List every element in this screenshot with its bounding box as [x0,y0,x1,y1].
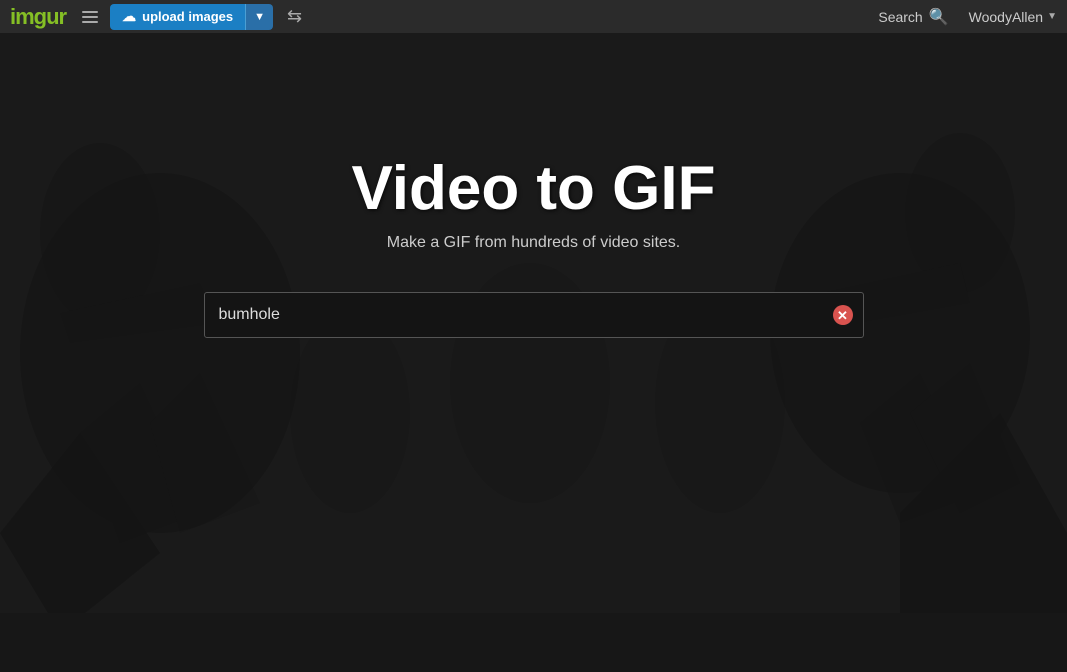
video-url-input[interactable] [204,292,864,338]
shuffle-button[interactable]: ⇆ [281,4,308,29]
page-title: Video to GIF [352,153,716,224]
navbar: imgur ☁ upload images ▼ ⇆ Search 🔍 Woody… [0,0,1067,33]
page-subtitle: Make a GIF from hundreds of video sites. [387,234,680,252]
chevron-down-icon: ▼ [254,11,265,23]
cloud-upload-icon: ☁ [122,8,136,25]
search-icon[interactable]: 🔍 [929,7,949,27]
upload-dropdown-button[interactable]: ▼ [245,4,273,30]
shuffle-icon: ⇆ [287,6,302,26]
upload-main-button[interactable]: ☁ upload images [110,4,245,30]
user-dropdown-icon: ▼ [1047,11,1057,22]
search-label: Search [878,9,922,25]
hamburger-menu-button[interactable] [78,9,102,25]
logo-area: imgur [10,4,66,30]
upload-button-group: ☁ upload images ▼ [110,4,273,30]
center-content: Video to GIF Make a GIF from hundreds of… [0,153,1067,338]
main-content: Video to GIF Make a GIF from hundreds of… [0,33,1067,672]
upload-label: upload images [142,9,233,24]
search-area: Search 🔍 [878,7,948,27]
user-menu[interactable]: WoodyAllen ▼ [969,9,1057,25]
username-label: WoodyAllen [969,9,1043,25]
close-icon: ✕ [833,305,853,325]
silhouette-layer [0,33,1067,672]
clear-input-button[interactable]: ✕ [832,304,854,326]
logo-text: imgur [10,4,66,30]
url-input-container: ✕ [204,292,864,338]
